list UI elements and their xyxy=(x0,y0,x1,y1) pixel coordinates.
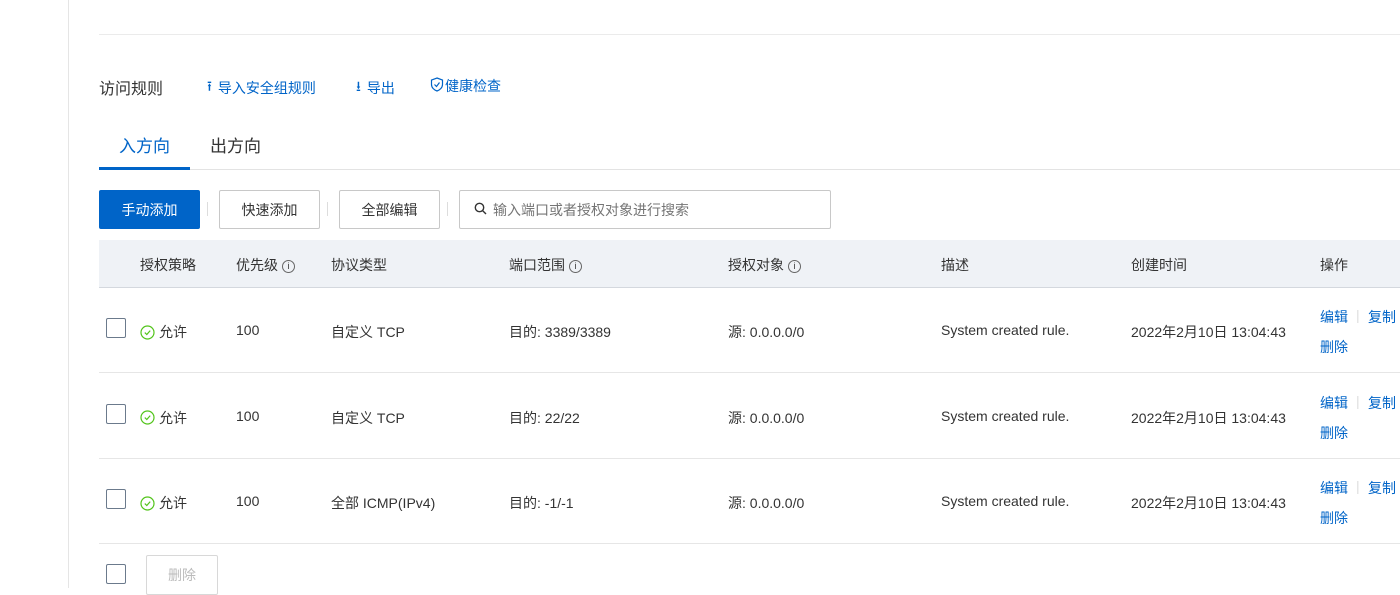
edit-link[interactable]: 编辑 xyxy=(1320,393,1348,413)
description: System created rule. xyxy=(941,407,1070,424)
row-checkbox[interactable] xyxy=(106,489,126,509)
delete-link[interactable]: 删除 xyxy=(1320,423,1348,443)
priority: 100 xyxy=(236,493,260,509)
import-rules-link[interactable]: ⭱ 导入安全组规则 xyxy=(207,76,316,100)
copy-link[interactable]: 复制 xyxy=(1368,307,1396,327)
delete-link[interactable]: 删除 xyxy=(1320,337,1348,357)
policy: 允许 xyxy=(140,408,187,428)
info-icon[interactable]: i xyxy=(788,260,801,273)
col-actions: 操作 xyxy=(1320,257,1348,273)
auth-target: 源: 0.0.0.0/0 xyxy=(728,409,805,426)
separator xyxy=(327,202,328,216)
check-circle-icon xyxy=(140,495,155,511)
row-checkbox[interactable] xyxy=(106,403,126,424)
separator xyxy=(207,202,208,216)
table-row: 允许 100 自定义 TCP 目的: 3389/3389 源: 0.0.0.0/… xyxy=(99,288,1400,373)
col-port: 端口范围 i xyxy=(509,255,582,275)
col-created: 创建时间 xyxy=(1131,257,1187,273)
import-label: 导入安全组规则 xyxy=(217,80,316,96)
table-footer xyxy=(99,544,1400,588)
table-row: 允许 100 自定义 TCP 目的: 22/22 源: 0.0.0.0/0 Sy… xyxy=(99,374,1400,459)
table-row: 允许 100 全部 ICMP(IPv4) 目的: -1/-1 源: 0.0.0.… xyxy=(99,459,1400,544)
col-target: 授权对象 i xyxy=(728,255,801,275)
upload-icon: ⭱ xyxy=(207,78,212,94)
col-policy: 授权策略 xyxy=(140,257,196,273)
col-desc: 描述 xyxy=(941,257,969,273)
export-link[interactable]: ⭳ 导出 xyxy=(356,76,395,100)
protocol: 自定义 TCP xyxy=(331,324,405,340)
separator: | xyxy=(1356,307,1360,323)
sidebar-divider xyxy=(68,0,69,588)
col-target-label: 授权对象 xyxy=(728,257,784,273)
separator: | xyxy=(1356,478,1360,494)
export-label: 导出 xyxy=(366,80,395,96)
protocol: 自定义 TCP xyxy=(331,409,405,426)
priority: 100 xyxy=(236,322,260,338)
created-time: 2022年2月10日 13:04:43 xyxy=(1131,409,1286,426)
policy-label: 允许 xyxy=(159,495,187,511)
policy: 允许 xyxy=(140,493,187,513)
policy-label: 允许 xyxy=(159,324,187,340)
port-range: 目的: 3389/3389 xyxy=(509,324,611,340)
edit-all-button[interactable]: 全部编辑 xyxy=(339,190,440,229)
table-header: 授权策略 优先级 i 协议类型 端口范围 i 授权对象 i 描述 创建时间 操作 xyxy=(99,240,1400,288)
policy: 允许 xyxy=(140,322,187,342)
edit-link[interactable]: 编辑 xyxy=(1320,307,1348,327)
search-icon xyxy=(474,202,487,218)
priority: 100 xyxy=(236,407,260,424)
direction-tabs: 入方向 出方向 xyxy=(99,122,1400,170)
info-icon[interactable]: i xyxy=(282,260,295,273)
tab-inbound[interactable]: 入方向 xyxy=(99,132,190,170)
created-time: 2022年2月10日 13:04:43 xyxy=(1131,324,1286,340)
port-range: 目的: -1/-1 xyxy=(509,495,574,511)
col-priority-label: 优先级 xyxy=(236,257,278,273)
section-title: 访问规则 xyxy=(99,81,164,98)
row-checkbox[interactable] xyxy=(106,318,126,338)
batch-delete-button[interactable]: 删除 xyxy=(146,555,218,595)
protocol: 全部 ICMP(IPv4) xyxy=(331,495,436,511)
port-range: 目的: 22/22 xyxy=(509,409,580,426)
description: System created rule. xyxy=(941,322,1070,338)
auth-target: 源: 0.0.0.0/0 xyxy=(728,324,805,340)
copy-link[interactable]: 复制 xyxy=(1368,478,1396,498)
copy-link[interactable]: 复制 xyxy=(1368,393,1396,413)
col-port-label: 端口范围 xyxy=(509,257,565,273)
divider xyxy=(99,34,1400,35)
description: System created rule. xyxy=(941,493,1070,509)
col-protocol: 协议类型 xyxy=(331,257,387,273)
search-input[interactable] xyxy=(493,201,813,218)
search-box[interactable] xyxy=(459,190,831,229)
quick-add-button[interactable]: 快速添加 xyxy=(219,190,320,229)
check-circle-icon xyxy=(140,410,155,425)
separator: | xyxy=(1356,392,1360,409)
download-icon: ⭳ xyxy=(356,78,361,94)
health-check-link[interactable]: 健康检查 xyxy=(430,76,501,96)
info-icon[interactable]: i xyxy=(569,260,582,273)
check-circle-icon xyxy=(140,324,155,340)
shield-icon xyxy=(430,77,444,95)
created-time: 2022年2月10日 13:04:43 xyxy=(1131,495,1286,511)
separator xyxy=(447,202,448,216)
col-priority: 优先级 i xyxy=(236,255,295,275)
auth-target: 源: 0.0.0.0/0 xyxy=(728,495,805,511)
policy-label: 允许 xyxy=(159,409,187,426)
select-all-checkbox[interactable] xyxy=(106,564,126,584)
health-label: 健康检查 xyxy=(445,78,501,94)
delete-link[interactable]: 删除 xyxy=(1320,508,1348,528)
tab-outbound[interactable]: 出方向 xyxy=(210,132,261,157)
manual-add-button[interactable]: 手动添加 xyxy=(99,190,200,229)
edit-link[interactable]: 编辑 xyxy=(1320,478,1348,498)
